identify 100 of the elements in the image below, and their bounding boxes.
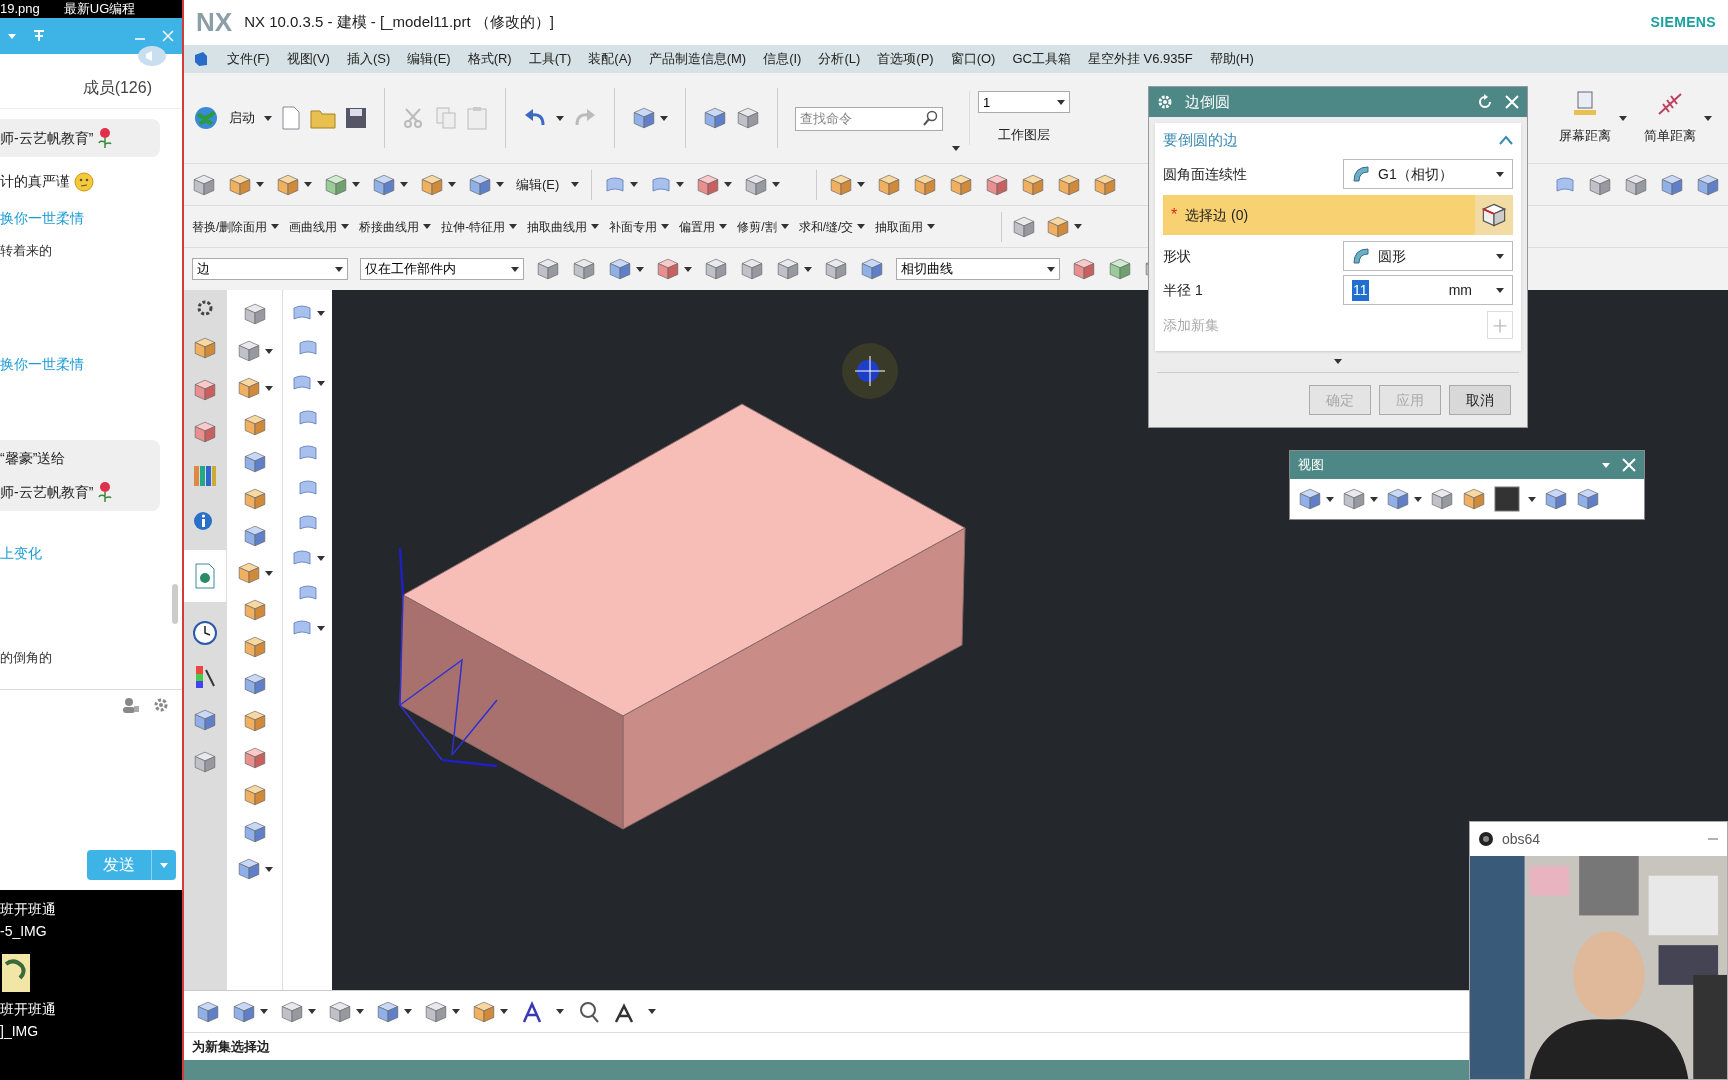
cube-icon[interactable] [1696,172,1720,197]
taskbar-title[interactable]: 最新UG编程 [63,0,136,19]
cube-icon[interactable] [193,378,217,402]
caret-icon[interactable] [264,348,273,354]
caret-icon[interactable] [1496,171,1504,177]
caret-icon[interactable] [927,224,936,229]
caret-icon[interactable] [260,1009,268,1014]
caret-icon[interactable] [264,115,272,121]
cube-icon[interactable] [242,635,267,659]
cube-icon[interactable] [656,257,680,281]
close-icon[interactable] [162,30,174,42]
caret-icon[interactable] [400,182,408,187]
caret-icon[interactable] [448,182,456,187]
cube-icon[interactable] [824,257,848,281]
caret-icon[interactable] [352,182,360,187]
app-icon[interactable] [192,50,210,68]
section-title[interactable]: 要倒圆的边 [1163,128,1238,152]
cube-icon[interactable] [242,820,267,844]
desktop-label[interactable]: -5_IMG [0,920,182,942]
close-icon[interactable] [1622,458,1636,472]
caret-icon[interactable] [316,310,325,316]
cube-icon[interactable] [1298,487,1322,511]
taskbar-title[interactable]: 19.png [0,0,40,19]
menu-item[interactable]: 视图(V) [286,49,330,69]
menu-item[interactable]: 装配(A) [588,49,632,69]
caret-icon[interactable] [335,266,343,272]
caret-icon[interactable] [1619,115,1627,121]
command-menu[interactable]: 拉伸-特征用 [441,217,506,236]
desktop-label[interactable]: 班开班通 [0,998,182,1020]
caret-icon[interactable] [857,224,866,229]
caret-icon[interactable] [1370,496,1378,502]
cube-icon[interactable] [877,172,902,197]
caret-icon[interactable] [1057,99,1065,105]
cube-icon[interactable] [1544,487,1568,511]
command-menu[interactable]: 画曲线用 [289,217,338,236]
caret-icon[interactable] [500,1009,508,1014]
caret-icon[interactable] [452,1009,460,1014]
cube-icon[interactable] [1386,487,1410,511]
cube-icon[interactable] [1072,257,1096,281]
caret-icon[interactable] [1496,253,1504,259]
caret-icon[interactable] [308,1009,316,1014]
cube-icon[interactable] [536,257,560,281]
selection-dropdown[interactable]: 相切曲线 [896,258,1060,280]
cube-icon[interactable] [242,746,267,770]
caret-icon[interactable] [496,182,504,187]
caret-icon[interactable] [556,1009,564,1014]
caret-icon[interactable] [630,182,639,187]
command-menu[interactable]: 抽取面用 [875,217,924,236]
cube-icon[interactable] [242,487,267,511]
caret-icon[interactable] [256,182,264,187]
caret-icon[interactable] [316,380,325,386]
search-icon[interactable] [923,110,939,126]
cube-icon[interactable] [472,999,496,1024]
command-menu[interactable]: 替换/删除面用 [192,217,268,236]
cube-icon[interactable] [736,106,760,130]
caret-icon[interactable] [1496,287,1504,293]
caret-icon[interactable] [1334,359,1342,364]
caret-icon[interactable] [1074,224,1083,229]
dialog-button[interactable]: 取消 [1449,385,1511,415]
caret-icon[interactable] [636,266,644,272]
cube-icon[interactable] [424,999,448,1024]
caret-icon[interactable] [1528,496,1536,502]
cube-icon[interactable] [376,999,400,1024]
folder-icon[interactable] [310,107,336,129]
desktop-label[interactable]: 班开班通 [0,898,182,920]
caret-icon[interactable] [264,866,273,872]
cube-icon[interactable] [236,857,261,881]
dropdown[interactable]: 圆形 [1343,241,1513,271]
cube-icon[interactable] [740,257,764,281]
caret-icon[interactable] [264,570,273,576]
caret-icon[interactable] [511,266,519,272]
cube-icon[interactable] [1021,172,1046,197]
caret-icon[interactable] [648,1009,656,1014]
caret-icon[interactable] [676,182,685,187]
clipboard-icon[interactable] [466,106,488,130]
cube-icon[interactable] [608,257,632,281]
close-icon[interactable] [1505,95,1519,109]
cube-icon[interactable] [372,172,396,197]
command-menu[interactable]: 补面专用 [609,217,658,236]
command-menu[interactable]: 偏置用 [679,217,716,236]
caret-icon[interactable] [684,266,692,272]
resource-tab[interactable] [184,550,226,602]
caret-icon[interactable] [952,146,960,151]
caret-icon[interactable] [356,1009,364,1014]
menu-item[interactable]: 分析(L) [818,49,861,69]
caret-icon[interactable] [660,115,668,121]
cube-icon[interactable] [949,172,974,197]
cube-icon[interactable] [1660,172,1684,197]
scrollbar[interactable] [172,584,178,624]
globe-icon[interactable] [192,104,220,132]
cube-icon[interactable] [192,172,216,197]
measure-label[interactable]: 简单距离 [1644,126,1696,146]
cube-icon[interactable] [193,336,217,360]
cube-icon[interactable] [193,420,217,444]
command-menu[interactable]: 抽取曲线用 [527,217,588,236]
caret-icon[interactable] [804,266,812,272]
command-menu[interactable]: 修剪/割 [737,217,777,236]
menu-item[interactable]: 星空外挂 V6.935F [1087,49,1193,69]
layer-dropdown[interactable]: 1 [978,91,1070,114]
cube-icon[interactable] [280,999,304,1024]
